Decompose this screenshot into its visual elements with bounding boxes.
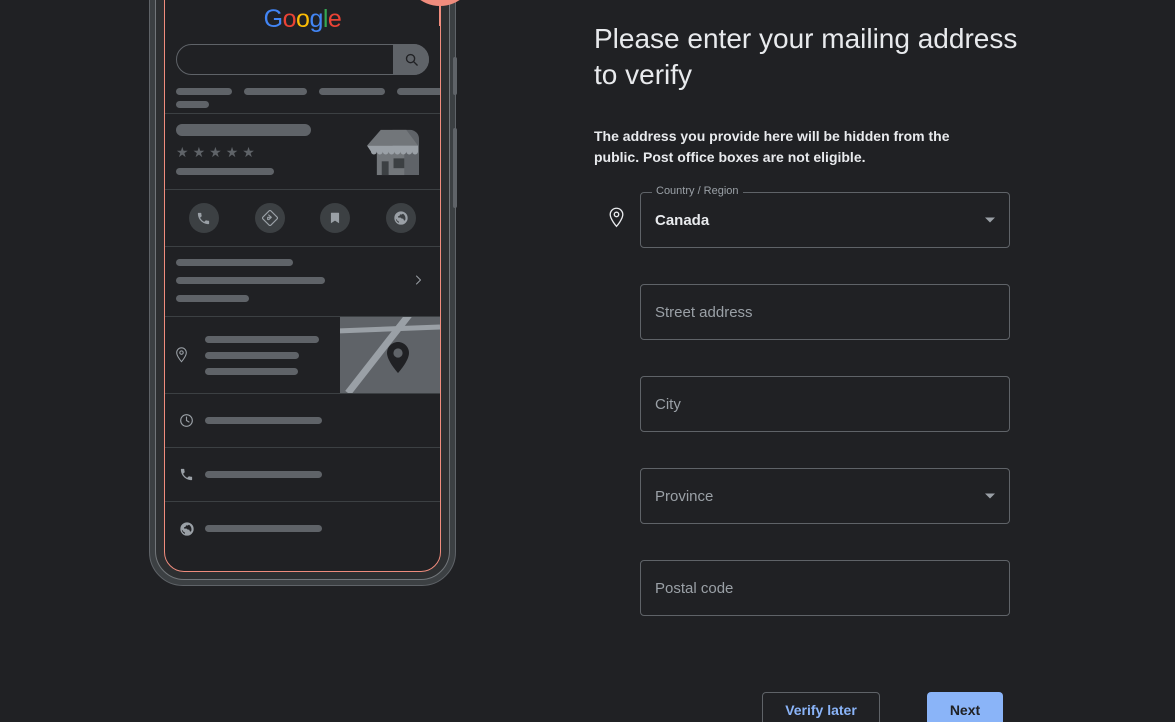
directions-icon xyxy=(261,210,278,226)
logo-letter-g: g xyxy=(309,5,323,33)
phone-website-row[interactable] xyxy=(165,502,440,555)
bookmark-icon xyxy=(331,212,340,224)
phone-action-save[interactable] xyxy=(320,203,351,233)
storefront-icon xyxy=(363,126,426,177)
location-pin-icon xyxy=(176,347,187,363)
phone-mockup-illustration: Google ★ ★ ★ ★ ★ xyxy=(149,0,475,586)
phone-text-placeholder xyxy=(205,417,322,424)
phone-business-sub-placeholder xyxy=(176,168,274,175)
phone-description-block[interactable] xyxy=(165,247,440,316)
phone-text-placeholder xyxy=(176,259,293,266)
phone-address-row[interactable] xyxy=(165,317,440,393)
star-icon: ★ xyxy=(192,144,206,160)
phone-chips-row xyxy=(176,88,440,95)
phone-text-placeholder xyxy=(205,335,319,343)
phone-number-row[interactable] xyxy=(165,448,440,501)
phone-chip xyxy=(319,88,385,95)
city-placeholder: City xyxy=(655,395,681,413)
logo-letter-o1: o xyxy=(282,5,297,33)
phone-text-placeholder xyxy=(176,277,325,284)
city-input[interactable]: City xyxy=(640,376,1010,432)
phone-chip xyxy=(397,88,440,95)
logo-letter-o2: o xyxy=(296,5,310,33)
phone-action-directions[interactable] xyxy=(254,203,285,233)
postal-code-placeholder: Postal code xyxy=(655,579,734,597)
phone-hours-row[interactable] xyxy=(165,394,440,447)
phone-screen: Google ★ ★ ★ ★ ★ xyxy=(164,0,441,572)
google-logo: Google xyxy=(165,0,440,32)
phone-address-lines xyxy=(205,335,319,375)
phone-search-bar[interactable] xyxy=(176,44,429,75)
logo-letter-G: G xyxy=(263,5,283,33)
phone-chip-secondary xyxy=(176,101,209,108)
page-root: Google ★ ★ ★ ★ ★ Please enter your maili… xyxy=(0,0,1175,722)
verify-later-button[interactable]: Verify later xyxy=(762,692,880,722)
street-address-input[interactable]: Street address xyxy=(640,284,1010,340)
province-select[interactable]: Province xyxy=(640,468,1010,524)
phone-action-row xyxy=(165,190,440,246)
logo-letter-e: e xyxy=(327,5,342,33)
phone-side-button-bottom xyxy=(453,128,457,208)
phone-address-left xyxy=(165,317,340,393)
clock-icon xyxy=(179,413,205,428)
province-placeholder: Province xyxy=(655,487,714,505)
location-pin-icon xyxy=(608,207,625,233)
phone-action-website[interactable] xyxy=(386,203,417,233)
footer-actions: Verify later Next xyxy=(762,692,1003,722)
postal-code-input[interactable]: Postal code xyxy=(640,560,1010,616)
country-region-select[interactable]: Canada xyxy=(640,192,1010,248)
star-icon: ★ xyxy=(176,144,189,160)
phone-business-name-placeholder xyxy=(176,124,311,136)
phone-icon xyxy=(179,467,205,482)
star-icon: ★ xyxy=(225,144,239,160)
star-icon: ★ xyxy=(209,144,222,160)
phone-map-thumbnail[interactable] xyxy=(340,317,440,393)
phone-text-placeholder xyxy=(205,351,299,359)
phone-text-placeholder xyxy=(205,525,322,532)
chevron-down-icon xyxy=(985,217,995,223)
country-region-label: Country / Region xyxy=(652,186,743,197)
chevron-right-icon xyxy=(412,273,424,291)
phone-icon xyxy=(198,212,210,224)
website-globe-icon xyxy=(179,521,205,537)
phone-text-placeholder xyxy=(205,367,298,375)
privacy-note: The address you provide here will be hid… xyxy=(594,128,950,165)
search-icon xyxy=(405,53,418,66)
page-title: Please enter your mailing address to ver… xyxy=(594,23,1018,90)
street-address-placeholder: Street address xyxy=(655,303,753,321)
phone-text-placeholder xyxy=(176,295,249,302)
phone-chip xyxy=(244,88,307,95)
phone-action-call[interactable] xyxy=(188,203,219,233)
phone-text-placeholder xyxy=(205,471,322,478)
website-globe-icon xyxy=(394,211,408,225)
star-icon: ★ xyxy=(242,144,255,160)
phone-chip xyxy=(176,88,232,95)
next-button[interactable]: Next xyxy=(927,692,1003,722)
address-form-panel: Please enter your mailing address to ver… xyxy=(594,0,1054,722)
chevron-down-icon xyxy=(985,493,995,499)
country-region-value: Canada xyxy=(655,211,710,229)
phone-business-summary: ★ ★ ★ ★ ★ xyxy=(165,114,440,189)
phone-side-button-top xyxy=(453,57,457,95)
phone-search-button[interactable] xyxy=(393,44,429,75)
